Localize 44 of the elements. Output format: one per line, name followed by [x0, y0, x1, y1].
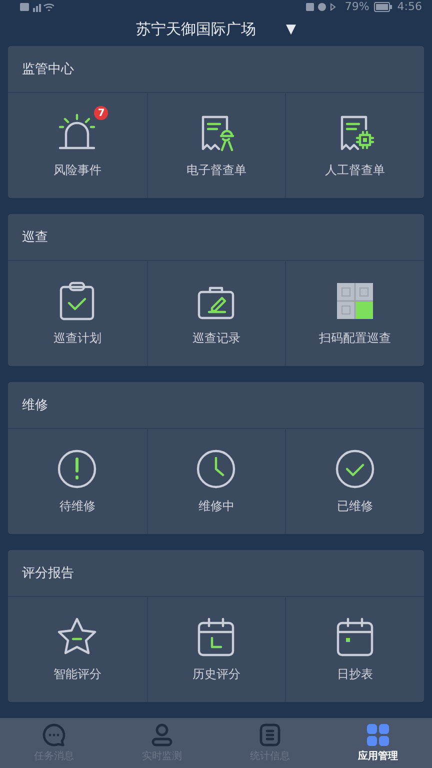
exclamation-circle-icon	[56, 448, 98, 490]
signal-icon	[20, 2, 54, 12]
battery-icon	[374, 2, 392, 12]
app-tile[interactable]: 巡查记录	[146, 261, 286, 366]
app-tile[interactable]: 巡查计划	[8, 261, 147, 366]
dropdown-caret[interactable]: ▼	[286, 22, 296, 38]
notification-badge: 7	[94, 106, 108, 120]
app-tile[interactable]: 扫码配置巡查	[285, 261, 424, 366]
section-title: 评分报告	[22, 565, 74, 582]
tile-label: 巡查计划	[53, 330, 102, 347]
nav-tab[interactable]: 应用管理	[324, 718, 432, 768]
tile-label: 维修中	[198, 498, 234, 515]
tile-label: 智能评分	[53, 666, 102, 683]
tile-label: 巡查记录	[192, 330, 240, 347]
section-title: 巡查	[22, 229, 48, 246]
clock-time: 4:56	[397, 0, 422, 14]
app-tile[interactable]: 日抄表	[285, 597, 424, 702]
document-icon	[258, 723, 282, 747]
person-icon	[150, 723, 174, 747]
tile-label: 人工督查单	[325, 162, 386, 179]
tile-label: 扫码配置巡查	[319, 330, 392, 347]
app-tile[interactable]: 历史评分	[146, 597, 286, 702]
app-tile[interactable]: 智能评分	[8, 597, 147, 702]
app-tile[interactable]: 已维修	[285, 429, 424, 534]
battery-percentage: 79%	[344, 0, 370, 14]
app-tile[interactable]: 电子督查单	[146, 93, 286, 198]
app-tile[interactable]: 人工督查单	[285, 93, 424, 198]
tile-label: 日抄表	[337, 666, 374, 683]
chat-bubble-icon	[42, 723, 66, 747]
tile-label: 历史评分	[192, 666, 240, 683]
tile-label: 电子督查单	[186, 162, 246, 179]
app-tile[interactable]: 维修中	[146, 429, 286, 534]
clock-icon	[195, 448, 238, 490]
grid-icon	[366, 723, 390, 747]
tile-label: 风险事件	[53, 162, 102, 179]
tile-label: 已维修	[337, 498, 374, 515]
tile-label: 待维修	[59, 498, 96, 515]
location-title[interactable]: 苏宁天御国际广场	[136, 20, 256, 40]
app-tile[interactable]: 待维修	[8, 429, 147, 534]
check-circle-icon	[334, 448, 376, 490]
section-title: 维修	[22, 397, 48, 414]
app-tile[interactable]: 7 风险事件	[8, 93, 147, 198]
tab-label: 应用管理	[358, 749, 398, 763]
section-title: 监管中心	[22, 61, 74, 78]
